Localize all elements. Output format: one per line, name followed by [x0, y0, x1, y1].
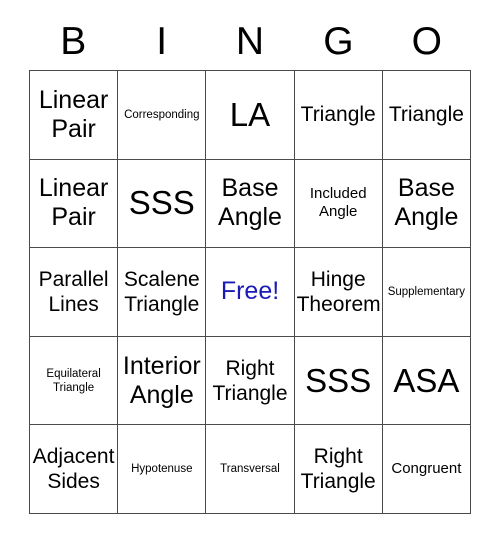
bingo-free-label: Free!	[220, 277, 280, 306]
bingo-cell-label: Triangle	[300, 103, 376, 127]
header-letter-o: O	[411, 20, 442, 63]
bingo-cell-label: Equilateral Triangle	[46, 367, 101, 394]
bingo-cell[interactable]: Right Triangle	[206, 336, 295, 426]
bingo-cell-label: Hypotenuse	[131, 463, 193, 476]
bingo-cell[interactable]: Right Triangle	[294, 425, 383, 514]
bingo-cell[interactable]: Interior Angle	[118, 336, 207, 426]
bingo-cell[interactable]: Triangle	[294, 71, 383, 160]
bingo-cell[interactable]: Triangle	[382, 71, 471, 160]
bingo-cell-label: Linear Pair	[38, 85, 109, 143]
bingo-cell[interactable]: ASA	[382, 336, 471, 426]
bingo-cell[interactable]: SSS	[294, 336, 383, 426]
bingo-cell-label: Triangle	[388, 103, 464, 127]
bingo-cell[interactable]: Parallel Lines	[30, 248, 119, 337]
bingo-card: B I N G O Linear Pair Corresponding LA T…	[0, 0, 500, 544]
bingo-cell[interactable]: Congruent	[382, 425, 471, 514]
header-letter-n: N	[235, 20, 265, 63]
bingo-cell-label: Right Triangle	[212, 356, 288, 405]
bingo-cell[interactable]: Transversal	[206, 425, 295, 514]
bingo-cell[interactable]: Corresponding	[118, 71, 207, 160]
bingo-cell-label: SSS	[128, 184, 195, 222]
bingo-cell-label: Supplementary	[387, 285, 466, 298]
header-letter-i: I	[156, 20, 168, 63]
bingo-cell[interactable]: Supplementary	[382, 248, 471, 337]
bingo-cell-label: Interior Angle	[122, 351, 201, 409]
bingo-cell-label: Linear Pair	[38, 174, 109, 232]
bingo-cell-label: Parallel Lines	[38, 267, 109, 316]
bingo-cell[interactable]: Linear Pair	[30, 159, 119, 249]
bingo-cell-label: LA	[229, 95, 271, 133]
bingo-cell[interactable]: Scalene Triangle	[118, 248, 207, 337]
bingo-header: B I N G O	[29, 14, 471, 70]
bingo-cell-label: Included Angle	[309, 185, 367, 221]
header-letter-b: B	[60, 20, 87, 63]
bingo-cell[interactable]: Equilateral Triangle	[30, 336, 119, 426]
bingo-cell-label: Right Triangle	[300, 445, 376, 494]
bingo-cell[interactable]: Hinge Theorem	[294, 248, 383, 337]
bingo-grid: Linear Pair Corresponding LA Triangle Tr…	[29, 70, 471, 514]
bingo-cell[interactable]: Base Angle	[206, 159, 295, 249]
bingo-cell[interactable]: Adjacent Sides	[30, 425, 119, 514]
bingo-cell-label: Congruent	[391, 460, 462, 478]
bingo-cell[interactable]: LA	[206, 71, 295, 160]
bingo-cell[interactable]: Included Angle	[294, 159, 383, 249]
bingo-cell-label: Adjacent Sides	[32, 445, 115, 494]
bingo-cell-label: Base Angle	[394, 174, 459, 232]
bingo-cell[interactable]: Base Angle	[382, 159, 471, 249]
bingo-cell-label: Transversal	[220, 463, 280, 476]
bingo-cell-label: Corresponding	[124, 108, 200, 121]
bingo-cell[interactable]: Hypotenuse	[118, 425, 207, 514]
bingo-cell-label: SSS	[305, 361, 372, 399]
bingo-cell-label: ASA	[393, 361, 460, 399]
bingo-cell-label: Scalene Triangle	[123, 267, 200, 316]
header-letter-g: G	[323, 20, 354, 63]
bingo-cell-label: Hinge Theorem	[296, 267, 381, 316]
bingo-cell[interactable]: Linear Pair	[30, 71, 119, 160]
bingo-cell-label: Base Angle	[218, 174, 282, 232]
bingo-cell-free[interactable]: Free!	[206, 248, 295, 337]
bingo-cell[interactable]: SSS	[118, 159, 207, 249]
